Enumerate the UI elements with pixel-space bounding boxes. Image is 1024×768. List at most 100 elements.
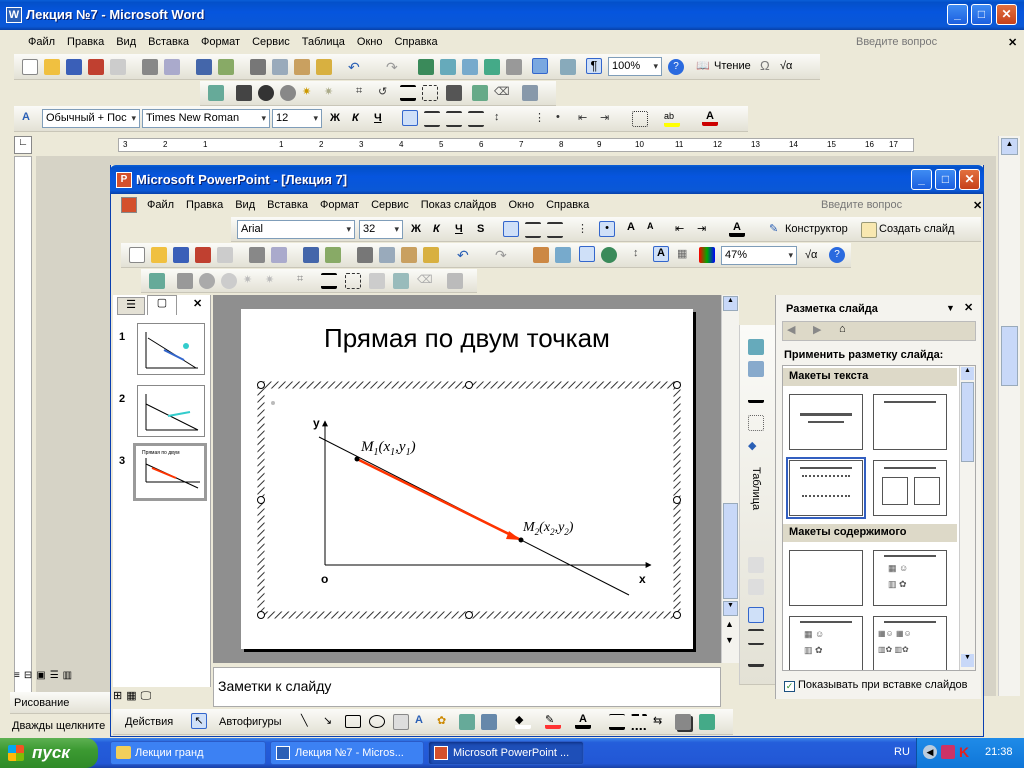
ppt-crop-icon[interactable]: ⌗ bbox=[297, 273, 313, 289]
ppt-increase-indent-icon[interactable]: ⇥ bbox=[697, 222, 713, 238]
ppt-grid-icon[interactable]: ▦ bbox=[677, 247, 693, 263]
slide-scrollbar[interactable]: ▲ ▼ ▲ ▼ bbox=[721, 295, 739, 663]
layout-blank[interactable] bbox=[789, 550, 863, 606]
slide-thumbnail-1[interactable] bbox=[137, 323, 205, 375]
web-view-icon[interactable]: ⊟ bbox=[24, 670, 36, 681]
line-weight-icon[interactable] bbox=[609, 714, 625, 730]
slides-pane-close-icon[interactable]: ✕ bbox=[193, 297, 202, 310]
ppt-brightness-down-icon[interactable]: ✷ bbox=[265, 273, 281, 289]
rotate-icon[interactable]: ↺ bbox=[378, 85, 394, 101]
spelling-icon[interactable] bbox=[196, 59, 212, 75]
ppt-menu-slideshow[interactable]: Показ слайдов bbox=[415, 197, 503, 213]
word-ruler-corner[interactable]: ∟ bbox=[14, 136, 32, 154]
slide-content-frame[interactable]: y x o M1(x1,y1) M2(x2,y2) bbox=[257, 381, 681, 619]
word-underline-button[interactable]: Ч bbox=[374, 109, 382, 127]
layout-scroll-thumb[interactable] bbox=[961, 382, 974, 462]
ppt-zoom-select[interactable]: 47% bbox=[721, 246, 797, 265]
ppt-minimize-button[interactable]: _ bbox=[911, 169, 932, 190]
show-on-insert-checkbox[interactable]: ✓ bbox=[784, 681, 795, 692]
redo-icon[interactable]: ↷ bbox=[386, 59, 402, 75]
new-icon[interactable] bbox=[22, 59, 38, 75]
ppt-align-center-icon[interactable] bbox=[525, 222, 541, 238]
word-menu-view[interactable]: Вид bbox=[110, 34, 142, 50]
ppt-bullets-icon[interactable]: • bbox=[599, 221, 615, 237]
set-transparent-icon[interactable]: ⌫ bbox=[494, 85, 510, 101]
copy-icon[interactable] bbox=[272, 59, 288, 75]
ppt-format-picture-icon[interactable] bbox=[393, 273, 409, 289]
ppt-contrast-up-icon[interactable] bbox=[199, 273, 215, 289]
slide-scroll-thumb[interactable] bbox=[723, 503, 738, 599]
ppt-designer-button[interactable]: Конструктор bbox=[785, 220, 848, 238]
word-size-select[interactable]: 12 bbox=[272, 109, 322, 128]
align-center-icon[interactable] bbox=[424, 111, 440, 127]
tb-align-middle-icon[interactable] bbox=[748, 629, 764, 645]
slides-tab[interactable]: ▢ bbox=[147, 295, 177, 315]
ppt-grow-font-icon[interactable]: A bbox=[627, 221, 643, 237]
tables-side-tab[interactable]: Таблица bbox=[750, 467, 762, 510]
word-menu-file[interactable]: Файл bbox=[22, 34, 61, 50]
ppt-menu-window[interactable]: Окно bbox=[503, 197, 541, 213]
tb-split-icon[interactable] bbox=[748, 579, 764, 595]
ppt-slideshow-view-icon[interactable]: 🖵 bbox=[141, 690, 156, 702]
fill-color-icon[interactable]: ◆ bbox=[515, 713, 531, 729]
ppt-help-icon[interactable]: ? bbox=[829, 247, 845, 263]
task-explorer[interactable]: Лекции гранд bbox=[110, 741, 266, 765]
ppt-permission-icon[interactable] bbox=[195, 247, 211, 263]
next-slide-icon[interactable]: ▼ bbox=[725, 635, 734, 645]
start-button[interactable]: пуск bbox=[0, 738, 98, 768]
notes-pane[interactable]: Заметки к слайду bbox=[213, 667, 721, 707]
word-maximize-button[interactable]: □ bbox=[971, 4, 992, 25]
cut-icon[interactable] bbox=[250, 59, 266, 75]
word-help-box[interactable]: Введите вопрос bbox=[850, 34, 943, 50]
word-close-button[interactable]: ✕ bbox=[996, 4, 1017, 25]
reading-mode-icon[interactable]: 📖 bbox=[696, 59, 712, 75]
handle-bm[interactable] bbox=[465, 611, 473, 619]
word-italic-button[interactable]: К bbox=[352, 109, 359, 127]
word-font-select[interactable]: Times New Roman bbox=[142, 109, 270, 128]
reset-picture-icon[interactable] bbox=[522, 85, 538, 101]
line-spacing-icon[interactable]: ↕ bbox=[494, 111, 510, 127]
permission-icon[interactable] bbox=[88, 59, 104, 75]
show-paragraph-icon[interactable]: ¶ bbox=[586, 58, 602, 74]
word-style-select[interactable]: Обычный + Пос bbox=[42, 109, 140, 128]
word-zoom-select[interactable]: 100% bbox=[608, 57, 662, 76]
insert-excel-icon[interactable] bbox=[484, 59, 500, 75]
ppt-redo-icon[interactable]: ↷ bbox=[495, 247, 511, 263]
ppt-print-icon[interactable] bbox=[249, 247, 265, 263]
ppt-align-left-icon[interactable] bbox=[503, 221, 519, 237]
actions-menu[interactable]: Действия bbox=[125, 713, 173, 731]
justify-icon[interactable] bbox=[468, 111, 484, 127]
ppt-cut-icon[interactable] bbox=[357, 247, 373, 263]
ppt-research-icon[interactable] bbox=[325, 247, 341, 263]
paste-icon[interactable] bbox=[294, 59, 310, 75]
ppt-titlebar[interactable]: P Microsoft PowerPoint - [Лекция 7] _ □ … bbox=[110, 165, 984, 194]
contrast-up-icon[interactable] bbox=[258, 85, 274, 101]
ppt-menu-format[interactable]: Формат bbox=[314, 197, 365, 213]
tb-align-top-icon[interactable] bbox=[748, 607, 764, 623]
slide-scroll-up[interactable]: ▲ bbox=[723, 296, 738, 311]
ppt-insert-picture-icon[interactable] bbox=[149, 273, 165, 289]
ppt-line-style-icon[interactable] bbox=[321, 273, 337, 289]
ppt-set-transparent-icon[interactable]: ⌫ bbox=[417, 273, 433, 289]
contrast-down-icon[interactable] bbox=[280, 85, 296, 101]
handle-tl[interactable] bbox=[257, 381, 265, 389]
layout-scrollbar[interactable]: ▲ ▼ bbox=[959, 366, 975, 670]
ppt-paste-icon[interactable] bbox=[401, 247, 417, 263]
ppt-menu-tools[interactable]: Сервис bbox=[365, 197, 415, 213]
word-scrollbar[interactable]: ▲ bbox=[998, 136, 1020, 696]
research-icon[interactable] bbox=[218, 59, 234, 75]
ppt-compress-icon[interactable] bbox=[345, 273, 361, 289]
borders-icon[interactable] bbox=[632, 111, 648, 127]
arrow-tool-icon[interactable]: ↘ bbox=[323, 714, 339, 730]
slide-thumbnail-3[interactable]: Прямая по двум bbox=[133, 443, 207, 501]
decrease-indent-icon[interactable]: ⇤ bbox=[578, 111, 594, 127]
tb-eraser-icon[interactable] bbox=[748, 361, 764, 377]
ppt-preview-icon[interactable] bbox=[271, 247, 287, 263]
preview-icon[interactable] bbox=[164, 59, 180, 75]
ppt-image-control-icon[interactable] bbox=[177, 273, 193, 289]
insert-picture-icon[interactable] bbox=[208, 85, 224, 101]
ppt-size-select[interactable]: 32 bbox=[359, 220, 403, 239]
tray-antivirus-icon[interactable]: K bbox=[959, 744, 969, 760]
ppt-maximize-button[interactable]: □ bbox=[935, 169, 956, 190]
ppt-shadow-button[interactable]: S bbox=[477, 220, 484, 238]
